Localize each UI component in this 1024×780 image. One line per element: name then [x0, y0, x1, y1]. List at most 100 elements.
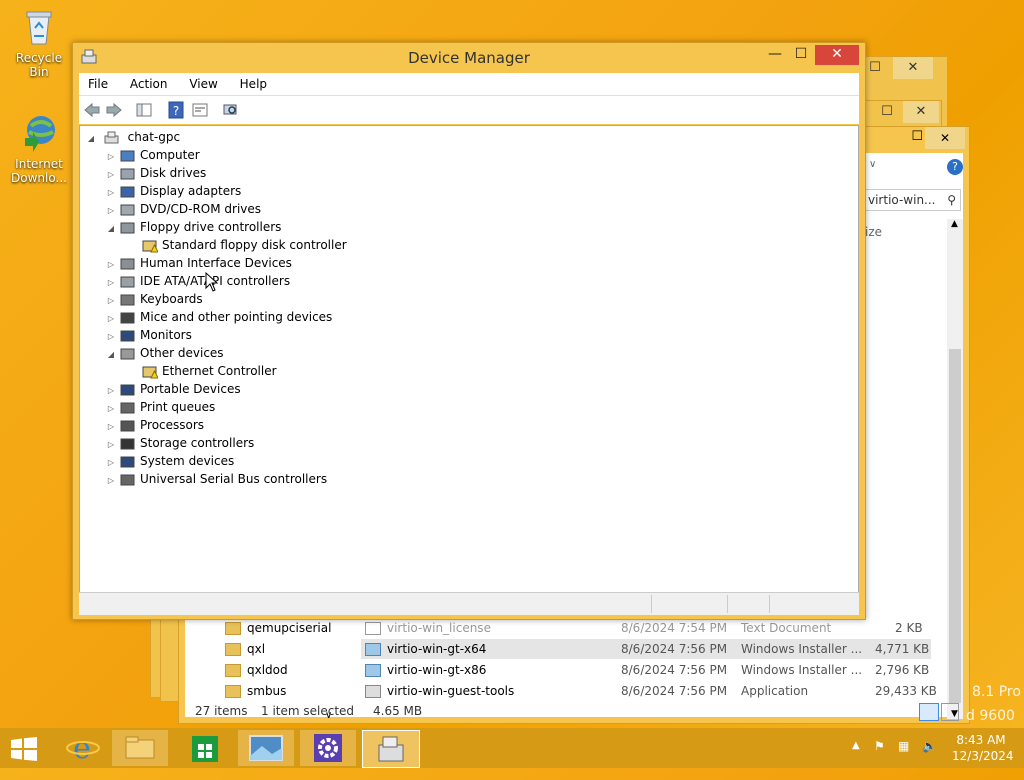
nav-folder-item[interactable]: qxl [225, 639, 265, 659]
show-hide-console-tree-icon[interactable] [135, 101, 153, 119]
internet-download-manager-icon [25, 116, 55, 152]
menu-file[interactable]: File [79, 73, 117, 95]
properties-icon[interactable] [191, 101, 209, 119]
windows-start-icon[interactable] [10, 737, 38, 761]
volume-muted-icon[interactable]: 🔈 [922, 739, 937, 779]
search-input[interactable]: virtio-win... ⚲ [863, 189, 961, 211]
tree-item-label: Mice and other pointing devices [140, 310, 333, 324]
menu-view[interactable]: View [180, 73, 226, 95]
tree-category-item[interactable]: ▷ Disk drives [106, 164, 206, 182]
chevron-down-icon[interactable]: ∨ [869, 159, 876, 170]
close-icon[interactable]: ✕ [893, 57, 933, 79]
internet-explorer-icon[interactable]: e [56, 730, 112, 766]
tree-category-item[interactable]: ▷ Print queues [106, 398, 215, 416]
tree-item-label: System devices [140, 454, 235, 468]
close-icon[interactable]: ✕ [925, 127, 965, 149]
file-name[interactable]: virtio-win-gt-x86 [365, 660, 486, 680]
mouse-cursor-icon [205, 272, 219, 292]
taskbar: e ▲ ⚑ ▦ 🔈 8:43 AM 12/3/2024 [0, 728, 1024, 768]
tree-category-item[interactable]: ▷ Storage controllers [106, 434, 254, 452]
tree-child-item[interactable]: Standard floppy disk controller [138, 236, 347, 254]
device-tree: ◢ chat-gpc ▷ Computer ▷ Disk drives ▷ Display… [79, 125, 859, 593]
vertical-scrollbar[interactable]: ▲ ▼ [947, 219, 963, 719]
desktop-icon-internet-download-manager[interactable]: Internet Downlo... [6, 112, 72, 185]
tree-category-item[interactable]: ▷ Human Interface Devices [106, 254, 292, 272]
settings-taskbar-button[interactable] [300, 730, 356, 766]
tree-item-label: Print queues [140, 400, 216, 414]
scrollbar-thumb[interactable] [949, 349, 961, 703]
status-item-count: 27 items [195, 704, 248, 718]
maximize-icon[interactable]: ☐ [789, 45, 813, 65]
device-category-icon [120, 222, 135, 233]
minimize-icon[interactable]: — [763, 45, 787, 65]
tree-child-item[interactable]: Ethernet Controller [138, 362, 277, 380]
photos-taskbar-button[interactable] [238, 730, 294, 766]
help-icon[interactable]: ? [947, 159, 963, 175]
device-manager-taskbar-button[interactable] [362, 730, 420, 768]
action-center-flag-icon[interactable]: ⚑ [874, 739, 885, 779]
nav-folder-item[interactable]: qxldod [225, 660, 288, 680]
close-icon[interactable]: ✕ [903, 101, 939, 123]
installer-icon [365, 643, 381, 656]
column-header-size[interactable]: ize [865, 225, 882, 239]
status-selected: 1 item selected [261, 704, 355, 718]
back-arrow-icon[interactable] [83, 101, 101, 119]
collapse-triangle-icon[interactable]: ◢ [106, 220, 116, 238]
maximize-icon[interactable]: ☐ [911, 129, 923, 144]
tree-category-item[interactable]: ▷ System devices [106, 452, 234, 470]
folder-label: qxl [247, 642, 266, 656]
tree-category-item[interactable]: ▷ Portable Devices [106, 380, 241, 398]
tree-category-item[interactable]: ▷ Mice and other pointing devices [106, 308, 332, 326]
maximize-icon[interactable]: ☐ [873, 101, 901, 123]
device-category-icon [120, 330, 135, 341]
photo-viewer-icon [249, 735, 283, 761]
search-icon: ⚲ [947, 193, 956, 207]
tree-category-item[interactable]: ▷ Computer [106, 146, 200, 164]
menu-help[interactable]: Help [231, 73, 276, 95]
device-category-icon [120, 456, 135, 467]
gear-icon [314, 734, 342, 762]
collapse-triangle-icon[interactable]: ◢ [106, 346, 116, 364]
installer-icon [365, 664, 381, 677]
folder-icon [225, 685, 241, 698]
tree-category-item[interactable]: ▷ Keyboards [106, 290, 203, 308]
expand-triangle-icon[interactable]: ▷ [106, 472, 116, 490]
nav-folder-item[interactable]: qemupciserial [225, 618, 331, 638]
tree-category-item[interactable]: ▷ Display adapters [106, 182, 241, 200]
scan-hardware-changes-icon[interactable] [221, 101, 239, 119]
large-icons-view-icon[interactable] [941, 703, 959, 721]
clock[interactable]: 8:43 AM 12/3/2024 [952, 732, 1014, 772]
desktop-icon-recycle-bin[interactable]: Recycle Bin [6, 6, 72, 79]
help-icon[interactable]: ? [167, 101, 185, 119]
recycle-bin-icon [26, 11, 52, 45]
tree-category-item[interactable]: ◢ Floppy drive controllers [106, 218, 282, 238]
device-manager-window[interactable]: Device Manager — ☐ ✕ File Action View He… [72, 42, 866, 620]
collapse-triangle-icon[interactable]: ◢ [86, 130, 96, 148]
close-icon[interactable]: ✕ [815, 45, 859, 65]
network-icon[interactable]: ▦ [898, 739, 909, 779]
tree-root[interactable]: ◢ chat-gpc [86, 128, 180, 146]
menu-bar: File Action View Help [79, 73, 859, 95]
forward-arrow-icon[interactable] [105, 101, 123, 119]
menu-action[interactable]: Action [121, 73, 177, 95]
desktop-icon-label: Recycle Bin [15, 51, 63, 79]
file-name[interactable]: virtio-win-guest-tools [365, 681, 514, 701]
tree-category-item[interactable]: ▷ DVD/CD-ROM drives [106, 200, 261, 218]
tree-category-item[interactable]: ▷ Processors [106, 416, 204, 434]
device-category-icon [120, 258, 135, 269]
details-view-icon[interactable] [919, 703, 939, 721]
tree-category-item[interactable]: ▷ IDE ATA/ATAPI controllers [106, 272, 290, 290]
file-name[interactable]: virtio-win_license [365, 618, 491, 638]
show-hidden-icons-icon[interactable]: ▲ [852, 740, 860, 780]
tree-category-item[interactable]: ▷ Monitors [106, 326, 192, 344]
scroll-up-icon[interactable]: ▲ [951, 219, 958, 229]
store-taskbar-button[interactable] [178, 730, 234, 766]
tree-category-item[interactable]: ◢ Other devices [106, 344, 224, 362]
device-category-icon [120, 204, 135, 215]
tree-item-label: Floppy drive controllers [140, 220, 282, 234]
file-size: 29,433 KB [875, 684, 937, 698]
nav-folder-item[interactable]: smbus [225, 681, 286, 701]
file-explorer-taskbar-button[interactable] [112, 730, 168, 766]
tree-category-item[interactable]: ▷ Universal Serial Bus controllers [106, 470, 327, 488]
folder-label: qemupciserial [247, 621, 332, 635]
